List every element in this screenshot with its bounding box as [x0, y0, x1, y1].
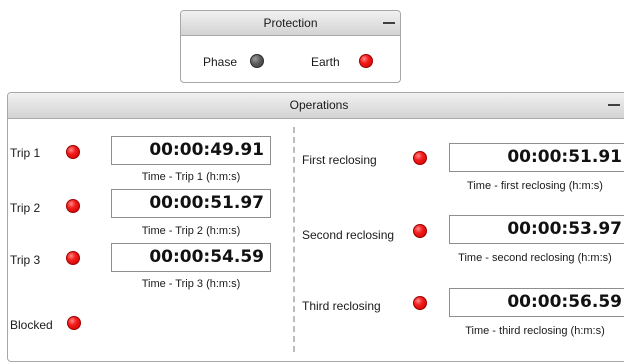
trip3-caption: Time - Trip 3 (h:m:s): [141, 278, 241, 290]
trip2-caption: Time - Trip 2 (h:m:s): [141, 225, 241, 237]
trip2-label: Trip 2: [10, 201, 41, 215]
earth-label: Earth: [311, 55, 340, 69]
trip3-led-icon: [66, 251, 80, 265]
phase-led-icon: [250, 54, 264, 68]
operations-title: Operations: [289, 98, 349, 112]
third-reclosing-led-icon: [413, 296, 427, 310]
trip1-led-icon: [66, 145, 80, 159]
second-reclosing-led-icon: [413, 224, 427, 238]
protection-panel: Protection Phase Earth: [180, 10, 401, 83]
trip3-label: Trip 3: [10, 253, 41, 267]
earth-led-icon: [359, 54, 373, 68]
trip1-caption: Time - Trip 1 (h:m:s): [141, 171, 241, 183]
phase-label: Phase: [203, 55, 238, 69]
third-reclosing-label: Third reclosing: [302, 299, 381, 313]
first-reclosing-led-icon: [413, 151, 427, 165]
third-reclosing-caption: Time - third reclosing (h:m:s): [465, 325, 605, 337]
trip3-time-field: 00:00:54.59: [111, 243, 271, 272]
operations-header: Operations: [8, 93, 624, 119]
blocked-led-icon: [67, 316, 81, 330]
first-reclosing-time-field: 00:00:51.91: [449, 143, 624, 172]
trip2-time-field: 00:00:51.97: [111, 189, 271, 218]
trip1-time-field: 00:00:49.91: [111, 136, 271, 165]
protection-header: Protection: [181, 11, 400, 36]
trip1-label: Trip 1: [10, 146, 41, 160]
protection-title: Protection: [263, 16, 318, 30]
second-reclosing-label: Second reclosing: [302, 228, 395, 242]
operations-minimize-icon[interactable]: [603, 93, 624, 117]
second-reclosing-time-field: 00:00:53.97: [449, 215, 624, 244]
trip2-led-icon: [66, 199, 80, 213]
protection-minimize-icon[interactable]: [378, 11, 400, 35]
first-reclosing-label: First reclosing: [302, 153, 377, 167]
second-reclosing-caption: Time - second reclosing (h:m:s): [458, 252, 612, 264]
blocked-label: Blocked: [10, 318, 53, 332]
third-reclosing-time-field: 00:00:56.59: [449, 288, 624, 317]
column-divider: [293, 127, 295, 352]
first-reclosing-caption: Time - first reclosing (h:m:s): [467, 180, 603, 192]
